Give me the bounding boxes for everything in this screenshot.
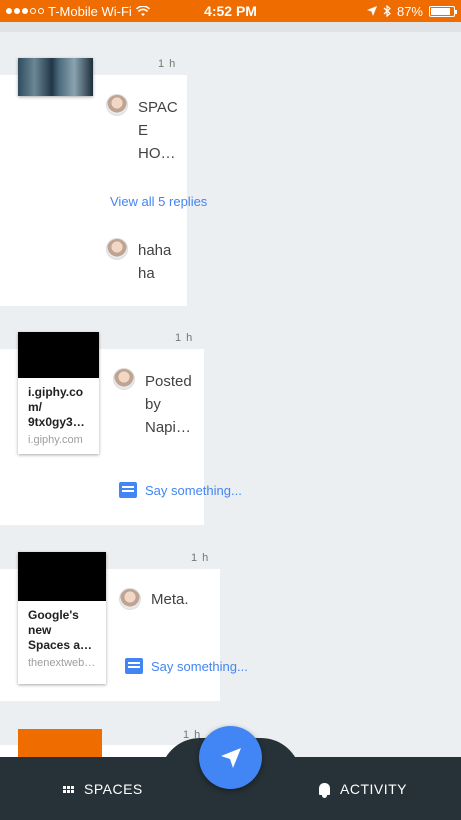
carrier-label: T-Mobile Wi-Fi [48, 3, 132, 19]
say-something-button[interactable]: Say something... [119, 482, 242, 498]
comment-text: SPAC E HO… [138, 99, 178, 162]
link-preview-image [18, 552, 106, 601]
view-all-replies-link[interactable]: View all 5 replies [110, 194, 207, 209]
bluetooth-icon [383, 5, 391, 17]
link-preview-image [18, 332, 99, 378]
say-something-label: Say something... [145, 482, 242, 498]
activity-tab-label: ACTIVITY [340, 781, 408, 797]
commenter-avatar[interactable] [119, 588, 141, 610]
post-time: 1 h [158, 58, 177, 70]
spaces-tab[interactable]: SPACES [63, 781, 143, 797]
link-preview-card[interactable]: Google's new Spaces a… thenextweb… [18, 552, 106, 684]
post-time: 1 h [191, 552, 210, 564]
spaces-tab-label: SPACES [84, 781, 143, 797]
top-divider [0, 22, 461, 32]
comment-icon [125, 658, 143, 674]
activity-tab[interactable]: ACTIVITY [319, 781, 408, 798]
link-preview-title: i.giphy.co m/ 9tx0gy3… [28, 385, 85, 429]
comment-text: Meta. [151, 591, 189, 608]
send-arrow-icon [220, 747, 241, 768]
link-preview-card[interactable]: i.giphy.co m/ 9tx0gy3… i.giphy.com [18, 332, 99, 454]
status-time: 4:52 PM [204, 3, 257, 19]
post-time: 1 h [175, 332, 194, 344]
comment-icon [119, 482, 137, 498]
comment-text: Posted by Napi… [145, 373, 192, 436]
location-arrow-icon [366, 6, 377, 16]
link-preview-title: Google's new Spaces a… [28, 608, 93, 652]
say-something-button[interactable]: Say something... [125, 658, 248, 674]
post-image[interactable] [18, 58, 93, 96]
commenter-avatar[interactable] [113, 368, 135, 390]
status-bar: T-Mobile Wi-Fi 4:52 PM 87% [0, 0, 461, 22]
link-preview-domain: i.giphy.com [28, 434, 83, 446]
signal-strength-icon [6, 8, 44, 14]
commenter-avatar[interactable] [106, 238, 128, 260]
grid-icon [63, 785, 74, 793]
share-fab[interactable] [199, 726, 262, 789]
wifi-icon [135, 5, 150, 16]
comment-text: haha ha [138, 242, 172, 282]
bell-icon [319, 783, 330, 798]
commenter-avatar[interactable] [106, 94, 128, 116]
battery-percent: 87% [396, 3, 423, 19]
link-preview-domain: thenextweb… [28, 657, 96, 669]
battery-icon [429, 5, 457, 17]
say-something-label: Say something... [151, 658, 248, 674]
